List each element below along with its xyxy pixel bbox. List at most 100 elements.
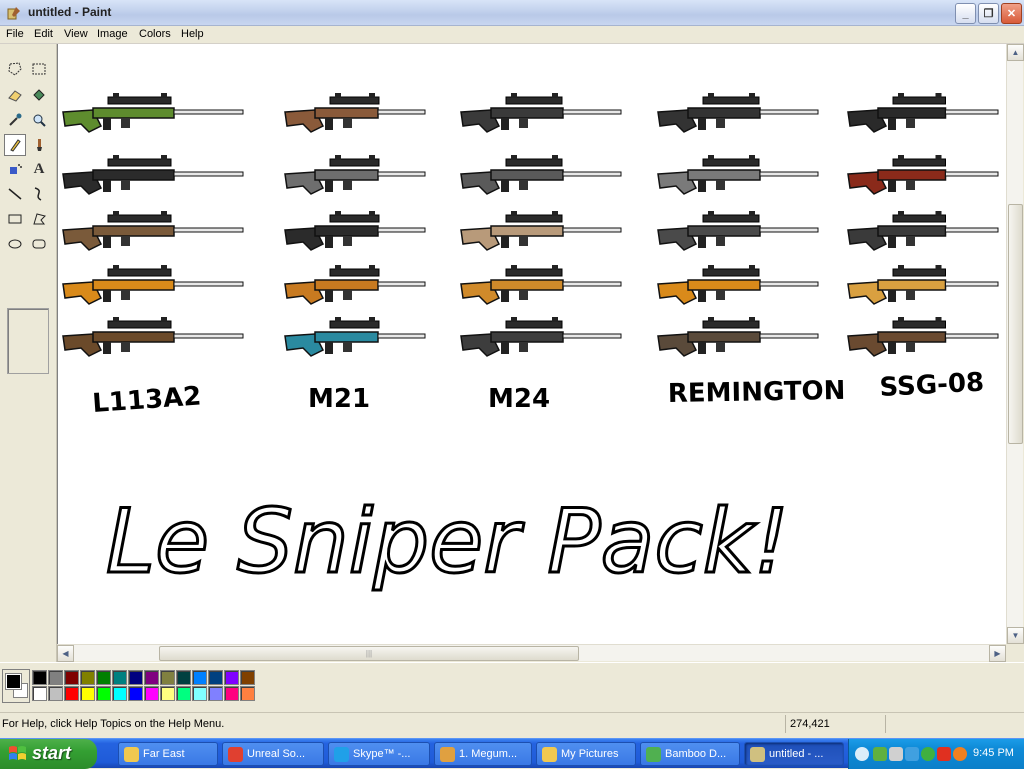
player-icon — [440, 747, 455, 762]
pencil-tool[interactable] — [4, 134, 26, 156]
taskbar-button[interactable]: untitled - ... — [744, 742, 844, 766]
palette-swatch[interactable] — [32, 670, 47, 685]
close-button[interactable]: ✕ — [1001, 3, 1022, 24]
palette-swatch[interactable] — [192, 670, 207, 685]
airbrush-tool[interactable] — [4, 158, 26, 180]
system-tray: 9:45 PM — [848, 739, 1024, 769]
palette-swatch[interactable] — [176, 686, 191, 701]
brush-tool[interactable] — [28, 134, 50, 156]
palette-swatch[interactable] — [160, 670, 175, 685]
eraser-tool[interactable] — [4, 84, 26, 106]
select-tool[interactable] — [28, 58, 50, 80]
tray-antivirus-icon[interactable] — [937, 747, 951, 761]
menu-edit[interactable]: Edit — [34, 28, 53, 40]
taskbar-button[interactable]: Far East — [118, 742, 218, 766]
magnifier-tool[interactable] — [28, 109, 50, 131]
tray-status-icon[interactable] — [921, 747, 935, 761]
status-help-text: For Help, click Help Topics on the Help … — [2, 718, 225, 730]
palette-swatch[interactable] — [224, 670, 239, 685]
palette-swatch[interactable] — [32, 686, 47, 701]
scroll-up-button[interactable]: ▲ — [1007, 44, 1024, 61]
rounded-rectangle-tool[interactable] — [28, 233, 50, 255]
horizontal-scrollbar[interactable]: ◀ ||| ▶ — [57, 644, 1006, 662]
handwritten-title: Le Sniper Pack! — [106, 490, 789, 593]
palette-swatch[interactable] — [48, 686, 63, 701]
rifle-sprite — [460, 265, 622, 305]
palette-swatch[interactable] — [128, 686, 143, 701]
ellipse-tool[interactable] — [4, 233, 26, 255]
palette-swatch[interactable] — [240, 670, 255, 685]
menu-colors[interactable]: Colors — [139, 28, 171, 40]
fill-tool[interactable] — [28, 84, 50, 106]
rifle-sprite — [847, 155, 999, 195]
scroll-down-button[interactable]: ▼ — [1007, 627, 1024, 644]
tray-app-icon[interactable] — [953, 747, 967, 761]
palette-swatch[interactable] — [48, 670, 63, 685]
magnifier-icon — [33, 114, 46, 127]
scroll-left-button[interactable]: ◀ — [57, 645, 74, 662]
rifle-sprite — [657, 317, 819, 357]
paint-bucket-icon — [33, 89, 45, 101]
taskbar-button[interactable]: Skype™ -... — [328, 742, 430, 766]
palette-swatch[interactable] — [80, 670, 95, 685]
palette-swatch[interactable] — [96, 686, 111, 701]
menu-help[interactable]: Help — [181, 28, 204, 40]
palette-swatch[interactable] — [112, 686, 127, 701]
curve-tool[interactable] — [28, 183, 50, 205]
horizontal-scroll-thumb[interactable]: ||| — [159, 646, 579, 661]
polygon-tool[interactable] — [28, 208, 50, 230]
text-tool[interactable]: A — [28, 158, 50, 180]
taskbar-button[interactable]: 1. Megum... — [434, 742, 532, 766]
tray-skype-icon[interactable] — [905, 747, 919, 761]
free-form-select-tool[interactable] — [4, 58, 26, 80]
pick-color-tool[interactable] — [4, 109, 26, 131]
palette-swatch[interactable] — [208, 670, 223, 685]
current-colors[interactable] — [2, 669, 30, 703]
line-tool[interactable] — [4, 183, 26, 205]
palette-swatch[interactable] — [64, 686, 79, 701]
palette-swatch[interactable] — [112, 670, 127, 685]
palette-swatch[interactable] — [240, 686, 255, 701]
chrome-icon — [228, 747, 243, 762]
tray-network-icon[interactable] — [873, 747, 887, 761]
palette-swatch[interactable] — [208, 686, 223, 701]
rifle-sprite — [284, 317, 426, 357]
menu-view[interactable]: View — [64, 28, 88, 40]
weapon-label: REMINGTON — [668, 376, 846, 409]
rifle-sprite — [460, 317, 622, 357]
weapon-label: L113A2 — [91, 381, 202, 419]
eraser-icon — [8, 90, 22, 102]
vertical-scroll-thumb[interactable] — [1008, 204, 1023, 444]
scroll-right-button[interactable]: ▶ — [989, 645, 1006, 662]
tray-volume-icon[interactable] — [889, 747, 903, 761]
minimize-button[interactable]: _ — [955, 3, 976, 24]
taskbar-button[interactable]: Bamboo D... — [640, 742, 740, 766]
palette-swatch[interactable] — [192, 686, 207, 701]
menu-file[interactable]: File — [6, 28, 24, 40]
drawing-canvas[interactable]: L113A2 M21 M24 REMINGTON SSG-08 Le Sniper Pac… — [57, 44, 1006, 644]
palette-swatch[interactable] — [176, 670, 191, 685]
palette-swatch[interactable] — [64, 670, 79, 685]
start-button[interactable]: start — [0, 739, 97, 769]
rectangle-tool[interactable] — [4, 208, 26, 230]
palette-swatch[interactable] — [144, 686, 159, 701]
toolbox: A — [0, 44, 57, 662]
restore-button[interactable]: ❐ — [978, 3, 999, 24]
rifle-sprite — [847, 317, 999, 357]
palette-swatch[interactable] — [144, 670, 159, 685]
palette-swatch[interactable] — [224, 686, 239, 701]
tool-options-box[interactable] — [7, 308, 49, 374]
palette-swatch[interactable] — [96, 670, 111, 685]
menu-image[interactable]: Image — [97, 28, 128, 40]
taskbar-button[interactable]: Unreal So... — [222, 742, 324, 766]
tray-collapse-icon[interactable] — [855, 747, 869, 761]
folder-pictures-icon — [542, 747, 557, 762]
taskbar-button[interactable]: My Pictures — [536, 742, 636, 766]
palette-swatch[interactable] — [128, 670, 143, 685]
palette-swatch[interactable] — [160, 686, 175, 701]
rifle-sprite — [657, 93, 819, 133]
vertical-scrollbar[interactable]: ▲ ▼ — [1006, 44, 1024, 644]
rifle-sprite — [62, 265, 244, 305]
palette-swatch[interactable] — [80, 686, 95, 701]
rifle-sprite — [62, 317, 244, 357]
